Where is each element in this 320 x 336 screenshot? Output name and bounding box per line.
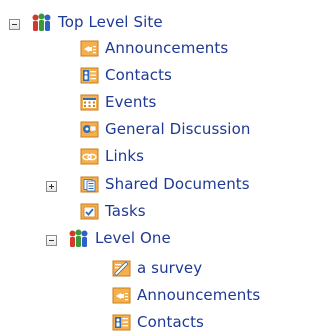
tree-node-label: Announcements bbox=[137, 286, 261, 304]
tree-node-announcements[interactable]: Announcements bbox=[112, 283, 260, 307]
tree-node-label: Announcements bbox=[105, 39, 229, 57]
tasks-icon bbox=[80, 202, 99, 221]
tree-node-level-one[interactable]: Level One bbox=[68, 226, 171, 250]
announcements-icon bbox=[112, 286, 131, 305]
tree-node-a-survey[interactable]: a survey bbox=[112, 256, 202, 280]
tree-node-label: Links bbox=[105, 147, 145, 165]
tree-node-label: Top Level Site bbox=[58, 13, 163, 31]
collapse-toggle-top-level-site[interactable] bbox=[9, 19, 20, 30]
collapse-toggle-level-one[interactable] bbox=[46, 235, 57, 246]
survey-icon bbox=[112, 259, 131, 278]
discussion-icon bbox=[80, 120, 99, 139]
tree-node-label: General Discussion bbox=[105, 120, 251, 138]
tree-node-label: Tasks bbox=[105, 202, 146, 220]
tree-node-contacts[interactable]: Contacts bbox=[112, 310, 204, 334]
links-icon bbox=[80, 147, 99, 166]
tree-node-shared-documents[interactable]: Shared Documents bbox=[80, 172, 250, 196]
tree-node-top-level-site[interactable]: Top Level Site bbox=[31, 10, 163, 34]
tree-node-general-discussion[interactable]: General Discussion bbox=[80, 117, 250, 141]
tree-node-label: Contacts bbox=[105, 66, 172, 84]
tree-node-events[interactable]: Events bbox=[80, 90, 156, 114]
site-icon bbox=[31, 12, 52, 33]
tree-node-label: Events bbox=[105, 93, 157, 111]
contacts-icon bbox=[112, 313, 131, 332]
expand-toggle-shared-documents[interactable] bbox=[46, 181, 57, 192]
contacts-icon bbox=[80, 66, 99, 85]
tree-node-label: a survey bbox=[137, 259, 203, 277]
tree-node-contacts[interactable]: Contacts bbox=[80, 63, 172, 87]
tree-node-label: Contacts bbox=[137, 313, 204, 331]
events-icon bbox=[80, 93, 99, 112]
announcements-icon bbox=[80, 39, 99, 58]
tree-node-label: Level One bbox=[95, 229, 171, 247]
tree-node-tasks[interactable]: Tasks bbox=[80, 199, 146, 223]
site-icon bbox=[68, 228, 89, 249]
tree-node-links[interactable]: Links bbox=[80, 144, 144, 168]
site-tree: Top Level Site Announcements Contacts Ev… bbox=[0, 0, 296, 336]
tree-node-label: Shared Documents bbox=[105, 175, 250, 193]
tree-node-announcements[interactable]: Announcements bbox=[80, 36, 228, 60]
document-library-icon bbox=[80, 175, 99, 194]
